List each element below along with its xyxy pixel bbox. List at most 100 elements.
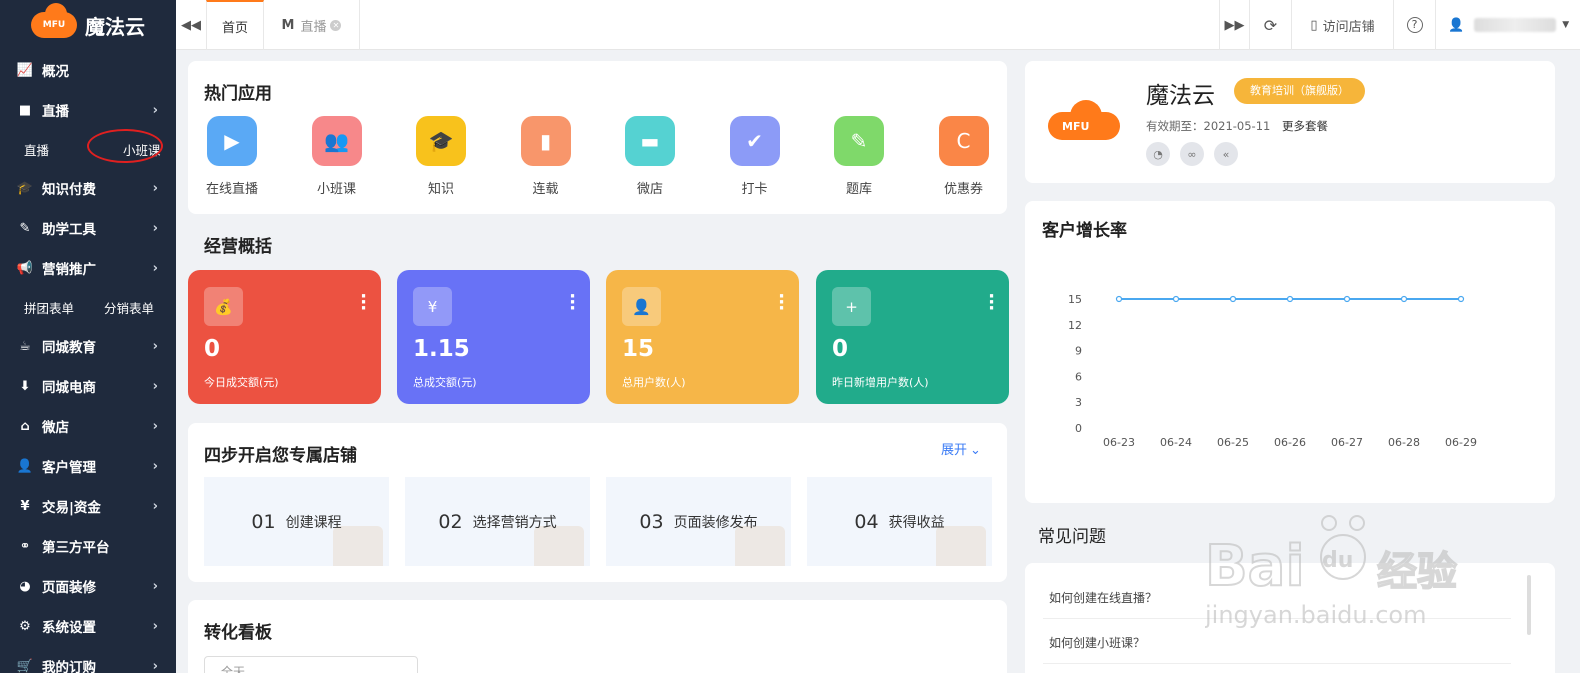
store-plan-badge: 教育培训（旗舰版） <box>1234 78 1365 104</box>
sidebar-item-label: 微店 <box>42 420 69 436</box>
sidebar-item-12[interactable]: ⚙ 系统设置 › <box>0 606 176 646</box>
app-icon: C <box>938 116 989 166</box>
sidebar-item-0[interactable]: 📈 概况 <box>0 50 176 90</box>
eraser-icon: ✎ <box>19 220 31 236</box>
help-icon: ? <box>1406 17 1423 33</box>
sidebar-item-6[interactable]: ⬇ 同城电商 › <box>0 366 176 406</box>
sidebar-item-label: 我的订购 <box>42 660 96 673</box>
topbar: ◀◀ 首页 M 直播 ✕ ▶▶ ⟳ ▯ 访问店铺 ? 👤 ▼ <box>176 0 1580 50</box>
tab-live[interactable]: M 直播 ✕ <box>264 0 360 50</box>
sidebar-item-2[interactable]: 🎓 知识付费 › <box>0 168 176 208</box>
faq-scrollbar[interactable] <box>1527 575 1531 635</box>
app-tile[interactable]: ▮ 连载 <box>506 116 586 197</box>
help-button[interactable]: ? <box>1393 0 1435 50</box>
chevron-right-icon: › <box>152 458 158 474</box>
faq-item[interactable]: 如何创建在线直播？ <box>1049 589 1157 606</box>
more-vertical-icon[interactable]: · · · <box>360 288 367 318</box>
chevron-right-icon: › <box>152 378 158 394</box>
step-number: 02 <box>438 510 463 533</box>
stat-value: 1.15 <box>413 336 470 362</box>
submenu-item[interactable]: 拼团表单 <box>24 298 104 317</box>
visit-store-button[interactable]: ▯ 访问店铺 <box>1291 0 1393 50</box>
share-icons: ◔ ∞ « <box>1146 142 1238 166</box>
more-vertical-icon[interactable]: · · · <box>778 288 785 318</box>
data-point[interactable] <box>1172 295 1180 303</box>
sidebar-item-10[interactable]: ⚭ 第三方平台 <box>0 526 176 566</box>
bullhorn-icon: 📢 <box>16 260 34 276</box>
step-card[interactable]: 01 创建课程 <box>204 477 389 566</box>
app-tile[interactable]: 🎓 知识 <box>401 116 481 197</box>
sidebar-item-5[interactable]: ☕ 同城教育 › <box>0 326 176 366</box>
sidebar-item-9[interactable]: ¥ 交易|资金 › <box>0 486 176 526</box>
y-tick-label: 3 <box>1075 396 1082 409</box>
user-menu[interactable]: 👤 ▼ <box>1435 0 1580 50</box>
app-tile[interactable]: ✎ 题库 <box>819 116 899 197</box>
video-camera-icon: ■ <box>18 102 32 118</box>
collapse-left-button[interactable]: ◀◀ <box>176 0 206 50</box>
step-number: 03 <box>639 510 664 533</box>
stat-card[interactable]: 💰 · · · 0 今日成交额(元) <box>188 270 381 404</box>
data-point[interactable] <box>1400 295 1408 303</box>
data-point[interactable] <box>1457 295 1465 303</box>
sidebar-item-1[interactable]: ■ 直播 › <box>0 90 176 130</box>
step-label: 选择营销方式 <box>472 514 557 531</box>
tab-home[interactable]: 首页 <box>206 0 264 50</box>
stat-card[interactable]: + · · · 0 昨日新增用户数(人) <box>816 270 1009 404</box>
stat-icon: ¥ <box>413 287 452 326</box>
refresh-button[interactable]: ⟳ <box>1249 0 1291 50</box>
code-icon[interactable]: « <box>1214 142 1238 166</box>
faq-item[interactable]: 如何创建小班课？ <box>1049 634 1145 651</box>
brand-logo[interactable]: MFU 魔法云 <box>0 0 176 50</box>
sidebar-item-label: 交易|资金 <box>42 500 101 516</box>
app-tile[interactable]: C 优惠券 <box>924 116 1004 197</box>
app-tile[interactable]: ▶ 在线直播 <box>192 116 272 197</box>
more-plans-link[interactable]: 更多套餐 <box>1282 119 1328 133</box>
download-icon: ⬇ <box>19 378 31 394</box>
app-label: 优惠券 <box>943 182 983 197</box>
data-point[interactable] <box>1115 295 1123 303</box>
app-tile[interactable]: ✔ 打卡 <box>715 116 795 197</box>
sidebar-item-7[interactable]: ⌂ 微店 › <box>0 406 176 446</box>
app-tile[interactable]: ▬ 微店 <box>610 116 690 197</box>
step-card[interactable]: 04 获得收益 <box>807 477 992 566</box>
sidebar-item-11[interactable]: ◕ 页面装修 › <box>0 566 176 606</box>
step-illustration-icon <box>333 526 383 566</box>
app-label: 小班课 <box>316 182 356 197</box>
app-icon: 👥 <box>311 116 362 166</box>
more-vertical-icon[interactable]: · · · <box>988 288 995 318</box>
period-select[interactable]: 全天 <box>204 656 418 673</box>
sidebar-item-13[interactable]: 🛒 我的订购 › <box>0 646 176 673</box>
sidebar-item-4[interactable]: 📢 营销推广 › <box>0 248 176 288</box>
more-vertical-icon[interactable]: · · · <box>569 288 576 318</box>
app-tile[interactable]: 👥 小班课 <box>297 116 377 197</box>
step-card[interactable]: 03 页面装修发布 <box>606 477 791 566</box>
data-point[interactable] <box>1229 295 1237 303</box>
scroll-right-button[interactable]: ▶▶ <box>1219 0 1249 50</box>
m-icon: M <box>281 17 295 33</box>
data-point[interactable] <box>1286 295 1294 303</box>
mobile-icon: ▯ <box>1310 17 1318 33</box>
chevron-right-icon: › <box>152 260 158 276</box>
cubes-icon: ⚭ <box>19 538 31 554</box>
wechat-icon[interactable]: ◔ <box>1146 142 1170 166</box>
stat-card[interactable]: 👤 · · · 15 总用户数(人) <box>606 270 799 404</box>
submenu-item[interactable]: 分销表单 <box>104 298 154 317</box>
link-icon[interactable]: ∞ <box>1180 142 1204 166</box>
stat-card[interactable]: ¥ · · · 1.15 总成交额(元) <box>397 270 590 404</box>
board-title: 转化看板 <box>204 623 272 643</box>
sidebar-item-label: 知识付费 <box>42 182 96 198</box>
expand-link[interactable]: 展开 ⌄ <box>941 439 981 458</box>
stat-value: 0 <box>204 336 221 362</box>
step-card[interactable]: 02 选择营销方式 <box>405 477 590 566</box>
app-label: 连载 <box>532 182 559 197</box>
sidebar-item-3[interactable]: ✎ 助学工具 › <box>0 208 176 248</box>
sidebar-item-8[interactable]: 👤 客户管理 › <box>0 446 176 486</box>
x-tick-label: 06-24 <box>1160 436 1192 449</box>
stat-value: 0 <box>832 336 849 362</box>
x-tick-label: 06-23 <box>1103 436 1135 449</box>
app-icon: 🎓 <box>416 116 466 166</box>
close-icon[interactable]: ✕ <box>330 19 342 31</box>
sidebar-item-label: 同城教育 <box>42 340 96 356</box>
user-icon: 👤 <box>1448 17 1465 33</box>
data-point[interactable] <box>1343 295 1351 303</box>
